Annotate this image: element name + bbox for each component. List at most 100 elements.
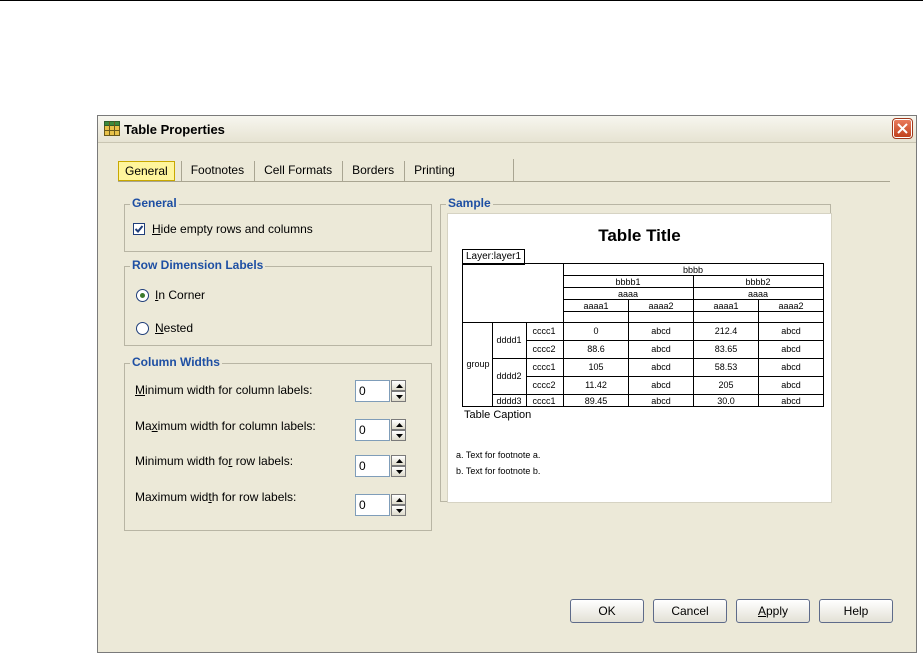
row-dddd1-label: dddd1 <box>496 335 521 345</box>
title-bar[interactable]: Table Properties <box>98 116 916 143</box>
max-row-width-spinner: 0 <box>355 494 406 516</box>
tab-bar: General Footnotes Cell Formats Borders P… <box>118 159 465 181</box>
cell: 58.53 <box>715 362 738 372</box>
cell: 30.0 <box>717 396 735 406</box>
window-title: Table Properties <box>124 122 225 137</box>
down-arrow-icon <box>396 509 403 513</box>
increment-button[interactable] <box>391 494 406 505</box>
row-dimension-labels-legend: Row Dimension Labels <box>130 258 266 272</box>
min-row-width-input[interactable]: 0 <box>355 455 390 477</box>
tab-divider <box>118 181 890 182</box>
decrement-button[interactable] <box>391 466 406 477</box>
down-arrow-icon <box>396 434 403 438</box>
min-column-width-spinner: 0 <box>355 380 406 402</box>
header-aaaa2: aaaa2 <box>648 301 673 311</box>
up-arrow-icon <box>396 459 403 463</box>
header-bbbb1: bbbb1 <box>615 277 640 287</box>
cell: abcd <box>781 326 801 336</box>
sample-table-caption: Table Caption <box>464 409 532 421</box>
up-arrow-icon <box>396 423 403 427</box>
sample-footnote-b: b. Text for footnote b. <box>456 466 541 476</box>
close-button[interactable] <box>892 118 913 139</box>
decrement-button[interactable] <box>391 505 406 516</box>
tab-cell-formats[interactable]: Cell Formats <box>254 159 342 181</box>
nested-radio[interactable] <box>136 322 149 335</box>
general-group: General Hide empty rows and columns <box>124 196 432 252</box>
row-cccc-label: cccc1 <box>532 362 555 372</box>
tab-general[interactable]: General <box>118 159 175 181</box>
row-group-label: group <box>466 359 489 369</box>
sample-table-title: Table Title <box>598 226 681 245</box>
row-cccc-label: cccc2 <box>532 380 555 390</box>
cell: abcd <box>781 396 801 406</box>
up-arrow-icon <box>396 384 403 388</box>
sample-preview: Table Title Layer:layer1 bbbb bbbb1 bbbb… <box>447 213 832 503</box>
header-aaaa1: aaaa1 <box>713 301 738 311</box>
cell: 83.65 <box>715 344 738 354</box>
row-cccc-label: cccc1 <box>532 396 555 406</box>
hide-empty-checkbox[interactable] <box>133 223 145 235</box>
cell: 212.4 <box>715 326 738 336</box>
cancel-button[interactable]: Cancel <box>653 599 727 623</box>
sample-footnote-a: a. Text for footnote a. <box>456 450 541 460</box>
cell: abcd <box>651 396 671 406</box>
cell: 89.45 <box>585 396 608 406</box>
cell: 11.42 <box>585 380 607 390</box>
header-aaaa: aaaa <box>748 289 768 299</box>
table-properties-icon <box>104 121 120 136</box>
cell: 105 <box>588 362 603 372</box>
min-column-width-label: Minimum width for column labels: <box>135 383 313 397</box>
sample-group: Sample Table Title Layer:layer1 bbbb bbb… <box>440 196 832 503</box>
sample-pivot-table: bbbb bbbb1 bbbb2 aaaa aaaa aaaa1 aaaa2 a… <box>462 263 824 407</box>
column-widths-group: Column Widths Minimum width for column l… <box>124 355 432 531</box>
sample-legend: Sample <box>446 196 493 210</box>
header-aaaa: aaaa <box>618 289 638 299</box>
tab-printing[interactable]: Printing <box>404 159 465 181</box>
in-corner-radio[interactable] <box>136 289 149 302</box>
cell: abcd <box>651 362 671 372</box>
nested-label[interactable]: Nested <box>155 321 193 335</box>
down-arrow-icon <box>396 470 403 474</box>
cell: 0 <box>593 326 598 336</box>
top-divider <box>0 0 923 1</box>
tab-bar-edge <box>513 159 514 181</box>
down-arrow-icon <box>396 395 403 399</box>
min-row-width-label: Minimum width for row labels: <box>135 454 294 468</box>
max-column-width-label: Maximum width for column labels: <box>135 419 316 433</box>
row-cccc-label: cccc2 <box>532 344 555 354</box>
header-aaaa1: aaaa1 <box>583 301 608 311</box>
in-corner-label[interactable]: In Corner <box>155 288 205 302</box>
header-aaaa2: aaaa2 <box>778 301 803 311</box>
min-column-width-input[interactable]: 0 <box>355 380 390 402</box>
max-column-width-spinner: 0 <box>355 419 406 441</box>
decrement-button[interactable] <box>391 430 406 441</box>
general-legend: General <box>130 196 179 210</box>
cell: abcd <box>781 362 801 372</box>
row-cccc-label: cccc1 <box>532 326 555 336</box>
help-button[interactable]: Help <box>819 599 893 623</box>
cell: abcd <box>651 344 671 354</box>
max-row-width-label: Maximum width for row labels: <box>135 490 297 504</box>
cell: abcd <box>781 344 801 354</box>
column-widths-legend: Column Widths <box>130 355 222 369</box>
max-column-width-input[interactable]: 0 <box>355 419 390 441</box>
increment-button[interactable] <box>391 380 406 391</box>
tab-footnotes[interactable]: Footnotes <box>180 159 254 181</box>
cell: abcd <box>781 380 801 390</box>
close-icon <box>897 123 908 134</box>
max-row-width-input[interactable]: 0 <box>355 494 390 516</box>
cell: abcd <box>651 380 671 390</box>
cell: abcd <box>651 326 671 336</box>
hide-empty-label[interactable]: Hide empty rows and columns <box>152 222 313 236</box>
increment-button[interactable] <box>391 419 406 430</box>
decrement-button[interactable] <box>391 391 406 402</box>
header-bbbb: bbbb <box>683 265 703 275</box>
row-dddd3-label: dddd3 <box>496 396 521 406</box>
header-bbbb2: bbbb2 <box>745 277 770 287</box>
ok-button[interactable]: OK <box>570 599 644 623</box>
apply-button[interactable]: Apply <box>736 599 810 623</box>
tab-borders[interactable]: Borders <box>342 159 404 181</box>
table-properties-dialog: Table Properties General Footnotes Cell … <box>97 115 917 653</box>
min-row-width-spinner: 0 <box>355 455 406 477</box>
increment-button[interactable] <box>391 455 406 466</box>
